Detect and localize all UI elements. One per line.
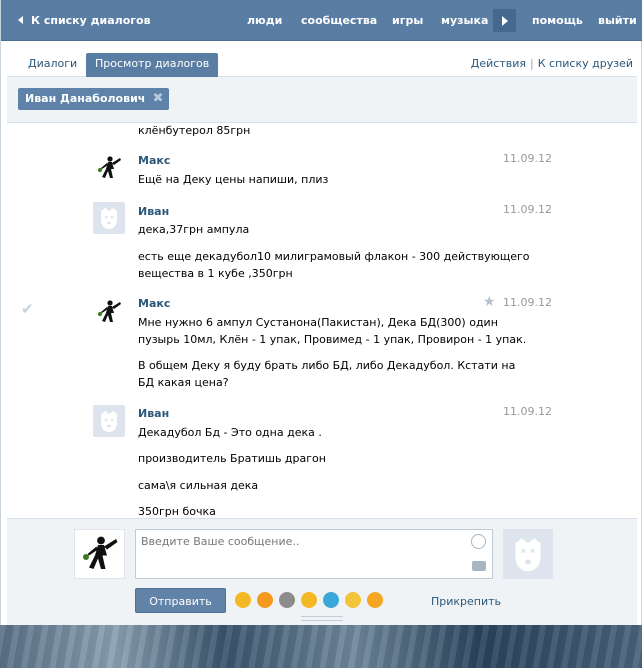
resize-grip[interactable]	[301, 616, 343, 621]
interlocutor-chip[interactable]: Иван Данаболович ✖	[18, 88, 170, 110]
flower-thrower-icon	[75, 530, 124, 578]
message-text: сама\я сильная дека	[138, 479, 259, 492]
star-icon[interactable]: ★	[483, 294, 496, 310]
composer: Введите Ваше сообщение.. Отправить Прикр…	[7, 518, 637, 625]
flower-thrower-icon	[93, 296, 125, 328]
nav-logout[interactable]: выйти	[598, 0, 637, 41]
message-text: Ещё на Деку цены напиши, плиз	[138, 173, 329, 186]
emoji-lollipop-icon[interactable]	[323, 592, 339, 608]
message-author[interactable]: Макс	[138, 297, 170, 310]
recipient-avatar[interactable]	[503, 529, 553, 579]
message-date: 11.09.12	[503, 296, 552, 309]
actions-link[interactable]: Действия	[471, 57, 526, 70]
nav-games[interactable]: игры	[392, 0, 423, 41]
play-arrow-icon	[502, 16, 508, 26]
flower-thrower-icon	[93, 152, 125, 184]
smiley-icon[interactable]	[471, 534, 486, 549]
message-author[interactable]: Иван	[138, 407, 169, 420]
message-text: производитель Братишь драгон	[138, 452, 326, 465]
message-author[interactable]: Иван	[138, 205, 169, 218]
friends-list-link[interactable]: К списку друзей	[538, 57, 633, 70]
message-text: БД какая цена?	[138, 376, 229, 389]
dog-icon	[101, 411, 117, 432]
send-button[interactable]: Отправить	[135, 588, 226, 613]
dog-icon	[515, 538, 541, 572]
message-text: клёнбутерол 85грн	[138, 124, 251, 137]
emoji-laugh-icon[interactable]	[257, 592, 273, 608]
message-date: 11.09.12	[503, 152, 552, 165]
message-date: 11.09.12	[503, 405, 552, 418]
message-text: дека,37грн ампула	[138, 223, 250, 236]
nav-help[interactable]: помощь	[532, 0, 583, 41]
emoji-wink-icon[interactable]	[235, 592, 251, 608]
nav-communities[interactable]: сообщества	[301, 0, 377, 41]
link-separator: |	[530, 57, 534, 70]
emoji-grin-icon[interactable]	[367, 592, 383, 608]
right-links: Действия | К списку друзей	[471, 57, 633, 70]
desktop-background	[0, 625, 642, 668]
message-author[interactable]: Макс	[138, 154, 170, 167]
filter-bar: Иван Данаболович ✖	[7, 77, 637, 123]
close-icon[interactable]: ✖	[152, 88, 163, 110]
message-text: вещества в 1 кубе ,350грн	[138, 267, 293, 280]
emoji-smile-icon[interactable]	[301, 592, 317, 608]
top-navigation: К списку диалогов люди сообщества игры м…	[1, 0, 642, 41]
nav-more-button[interactable]	[493, 9, 516, 32]
tab-dialogs[interactable]: Диалоги	[19, 53, 86, 77]
message-date: 11.09.12	[503, 203, 552, 216]
avatar-ivan[interactable]	[93, 405, 125, 437]
nav-people[interactable]: люди	[247, 0, 282, 41]
back-to-dialogs-link[interactable]: К списку диалогов	[18, 0, 151, 41]
tabs-bar: Диалоги Просмотр диалогов Действия | К спи…	[7, 41, 637, 77]
nav-music[interactable]: музыка	[441, 0, 488, 41]
check-icon[interactable]: ✔	[21, 300, 34, 318]
message-text: В общем Деку я буду брать либо БД, либо …	[138, 359, 516, 372]
chip-label: Иван Данаболович	[25, 92, 146, 105]
message-text: 350грн бочка	[138, 505, 216, 518]
avatar-max[interactable]	[93, 152, 125, 184]
my-avatar[interactable]	[74, 529, 125, 579]
message-input[interactable]: Введите Ваше сообщение..	[135, 529, 493, 579]
message-history[interactable]: клёнбутерол 85грн Макс 11.09.12 Ещё на Д…	[7, 124, 637, 518]
dog-icon	[101, 208, 117, 229]
dialog-window: К списку диалогов люди сообщества игры м…	[0, 0, 642, 625]
tab-view-dialogs[interactable]: Просмотр диалогов	[86, 53, 219, 77]
avatar-max[interactable]	[93, 296, 125, 328]
message-text: Мне нужно 6 ампул Сустанона(Пакистан), Д…	[138, 316, 498, 329]
emoji-dizzy-icon[interactable]	[345, 592, 361, 608]
message-text: Декадубол Бд - Это одна дека .	[138, 426, 322, 439]
message-text: пузырь 10мл, Клён - 1 упак, Провимед - 1…	[138, 333, 527, 346]
message-text: есть еще декадубол10 милиграмовый флакон…	[138, 250, 530, 263]
camera-icon[interactable]	[472, 561, 486, 571]
avatar-ivan[interactable]	[93, 202, 125, 234]
emoji-skull-icon[interactable]	[279, 592, 295, 608]
back-arrow-icon	[18, 16, 23, 24]
message-placeholder: Введите Ваше сообщение..	[141, 535, 300, 548]
attach-link[interactable]: Прикрепить	[431, 595, 501, 608]
